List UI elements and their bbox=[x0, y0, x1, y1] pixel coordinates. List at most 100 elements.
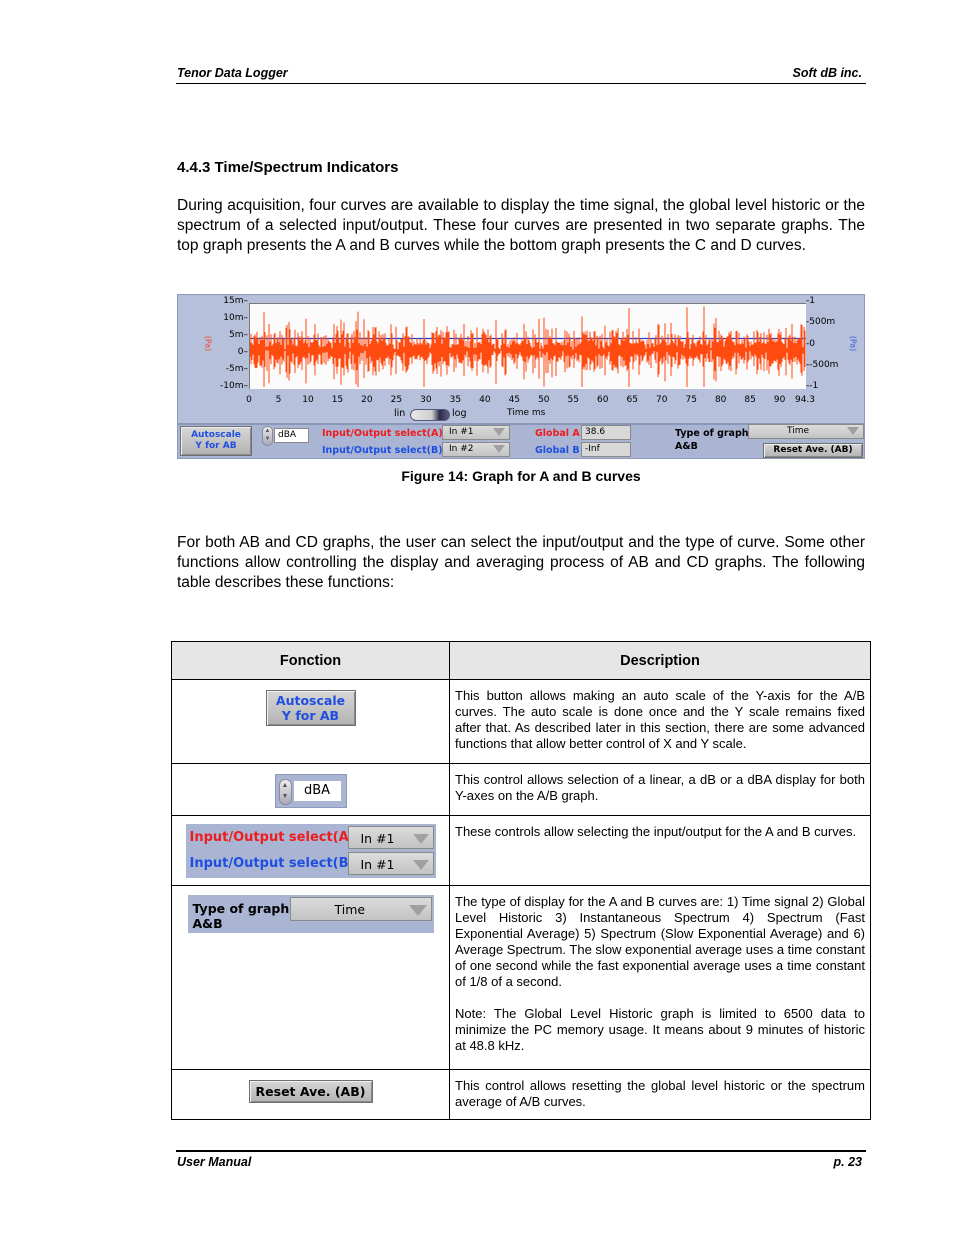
chevron-down-icon bbox=[412, 860, 429, 870]
description-note: Note: The Global Level Historic graph is… bbox=[455, 1006, 865, 1053]
function-cell: Reset Ave. (AB) bbox=[171, 1069, 450, 1120]
description-text: This button allows making an auto scale … bbox=[455, 688, 865, 751]
description-cell: This control allows resetting the global… bbox=[449, 1069, 871, 1120]
left-axis-tick: -10m– bbox=[220, 381, 248, 391]
scale-lin-label: lin bbox=[394, 408, 406, 419]
header-company: Soft dB inc. bbox=[792, 66, 862, 80]
right-axis-tick: --1 bbox=[806, 381, 819, 391]
x-axis-tick: 55 bbox=[567, 395, 580, 405]
x-axis-tick: 50 bbox=[538, 395, 550, 405]
reset-average-button[interactable]: Reset Ave. (AB) bbox=[763, 443, 863, 458]
right-axis-tick: -0 bbox=[806, 338, 815, 349]
x-axis-tick: 45 bbox=[508, 395, 521, 405]
global-a-value: 38.6 bbox=[581, 425, 631, 440]
left-axis-tick: 10m– bbox=[223, 313, 248, 323]
x-axis-tick: 10 bbox=[302, 395, 314, 405]
x-axis-tick: 60 bbox=[597, 395, 609, 405]
io-sample-value-a: In #1 bbox=[360, 831, 395, 846]
plot-area bbox=[249, 303, 806, 389]
table-intro-paragraph: For both AB and CD graphs, the user can … bbox=[177, 534, 865, 591]
intro-paragraph: During acquisition, four curves are avai… bbox=[177, 197, 865, 254]
x-axis-tick: 94.3 bbox=[794, 395, 816, 405]
left-axis-label: (Pa) bbox=[203, 335, 213, 352]
x-axis-tick: 15 bbox=[331, 395, 344, 405]
page-number: p. 23 bbox=[833, 1155, 863, 1169]
graph-panel: (Pa) 15m– 10m– 5m– 0– -5m– -10m– -1 -500m -0 --5… bbox=[177, 294, 865, 459]
io-select-a-dropdown[interactable]: In #1 bbox=[442, 425, 510, 440]
units-spinner-icon: ▲ ▼ bbox=[278, 779, 292, 805]
x-axis-tick: 80 bbox=[714, 395, 727, 405]
description-text: These controls allow selecting the input… bbox=[455, 824, 857, 839]
description-cell: This control allows selection of a linea… bbox=[449, 763, 871, 816]
io-sample-label-a: Input/Output select(A) bbox=[189, 830, 355, 845]
type-of-graph-dropdown[interactable]: Time bbox=[748, 424, 864, 439]
figure-caption: Figure 14: Graph for A and B curves bbox=[401, 468, 641, 484]
description-text: The type of display for the A and B curv… bbox=[455, 894, 865, 989]
table-header-row: Fonction Description bbox=[171, 641, 871, 680]
x-axis-tick: 30 bbox=[420, 395, 432, 405]
x-axis-tick: 35 bbox=[449, 395, 462, 405]
x-axis-tick: 5 bbox=[275, 395, 282, 405]
right-axis-label: (Pa) bbox=[848, 335, 858, 352]
units-sample-value: dBA bbox=[293, 781, 341, 801]
chevron-down-icon bbox=[408, 905, 427, 916]
x-axis-label: Time ms bbox=[507, 408, 546, 418]
description-text: This control allows selection of a linea… bbox=[455, 772, 865, 803]
description-cell: These controls allow selecting the input… bbox=[449, 815, 871, 886]
io-sample-label-b: Input/Output select(B) bbox=[189, 856, 355, 871]
io-select-a-label: Input/Output select(A) bbox=[322, 428, 443, 439]
global-b-label: Global B bbox=[535, 445, 580, 456]
right-axis-tick: -500m bbox=[806, 317, 836, 328]
function-cell: ▲ ▼ dBA bbox=[171, 763, 450, 816]
x-axis-tick: 75 bbox=[685, 395, 697, 405]
left-axis-tick: 0– bbox=[237, 347, 248, 357]
lin-log-toggle[interactable] bbox=[410, 409, 450, 421]
units-spinner[interactable]: ▲ ▼ bbox=[262, 426, 273, 446]
units-field[interactable]: dBA bbox=[274, 428, 309, 443]
function-cell: Autoscale Y for AB bbox=[171, 679, 450, 764]
type-sample-label-1: Type of graph bbox=[192, 901, 290, 916]
table-row: Reset Ave. (AB) This control allows rese… bbox=[171, 1069, 871, 1120]
x-axis-tick: 90 bbox=[773, 395, 786, 405]
reset-average-button-sample: Reset Ave. (AB) bbox=[248, 1080, 373, 1103]
autoscale-label-2: Y for AB bbox=[195, 441, 237, 451]
io-select-b-label: Input/Output select(B) bbox=[322, 445, 443, 456]
column-header-function: Fonction bbox=[171, 641, 450, 680]
io-sample-value-b: In #1 bbox=[360, 857, 395, 872]
left-axis-tick: -5m– bbox=[225, 364, 248, 374]
io-sample-dropdown-a: In #1 bbox=[347, 826, 434, 849]
autoscale-label-1: Autoscale bbox=[191, 430, 241, 440]
io-select-b-value: In #2 bbox=[449, 444, 474, 454]
table-row: Type of graph A&B Time The type of displ… bbox=[171, 885, 871, 1070]
left-axis-tick: 15m– bbox=[223, 296, 248, 306]
right-axis-tick: -1 bbox=[806, 296, 815, 306]
function-cell: Input/Output select(A) In #1 Input/Outpu… bbox=[171, 815, 450, 886]
global-b-value: -Inf bbox=[581, 442, 631, 457]
global-a-label: Global A bbox=[535, 428, 580, 439]
type-of-graph-label: Type of graph bbox=[675, 428, 749, 439]
x-axis-tick: 25 bbox=[390, 395, 403, 405]
io-select-b-dropdown[interactable]: In #2 bbox=[442, 442, 510, 457]
chevron-down-icon bbox=[493, 428, 505, 436]
scale-log-label: log bbox=[452, 408, 467, 419]
description-cell: The type of display for the A and B curv… bbox=[449, 885, 871, 1070]
io-select-sample: Input/Output select(A) In #1 Input/Outpu… bbox=[185, 824, 436, 878]
autoscale-sample-label-2: Y for AB bbox=[281, 708, 340, 723]
signal-plot bbox=[250, 306, 806, 387]
function-cell: Type of graph A&B Time bbox=[171, 885, 450, 1070]
x-axis-tick: 0 bbox=[246, 395, 252, 405]
chevron-down-icon bbox=[847, 427, 859, 435]
autoscale-button[interactable]: Autoscale Y for AB bbox=[180, 426, 252, 456]
type-sample-value: Time bbox=[334, 902, 366, 917]
x-axis-tick: 85 bbox=[744, 395, 756, 405]
column-header-description: Description bbox=[449, 641, 871, 680]
type-sample-dropdown: Time bbox=[289, 897, 432, 921]
chevron-down-icon bbox=[412, 834, 429, 844]
graph-area: (Pa) 15m– 10m– 5m– 0– -5m– -10m– -1 -500m -0 --5… bbox=[178, 295, 864, 425]
autoscale-button-sample: Autoscale Y for AB bbox=[265, 690, 356, 726]
description-text: This control allows resetting the global… bbox=[455, 1078, 865, 1109]
page-footer: User Manual p. 23 bbox=[176, 1150, 866, 1172]
table-row: Autoscale Y for AB This button allows ma… bbox=[171, 679, 871, 764]
chevron-down-icon bbox=[493, 445, 505, 453]
page-header: Tenor Data Logger Soft dB inc. bbox=[176, 66, 866, 84]
